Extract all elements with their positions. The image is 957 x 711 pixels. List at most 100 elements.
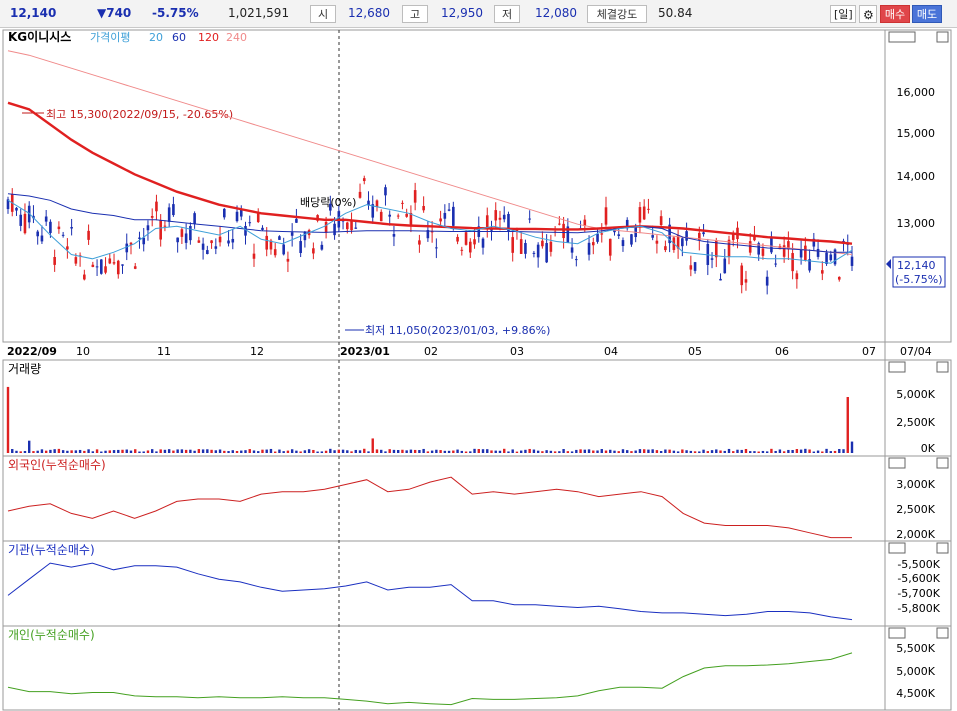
candle-body: [710, 258, 714, 260]
volume-bar: [184, 449, 188, 453]
candle-body: [218, 236, 222, 243]
candle-body: [744, 279, 748, 283]
candle-body: [189, 226, 192, 241]
candle-body: [829, 254, 833, 261]
candle-body: [286, 258, 290, 262]
foreign-tick-2500: 2,500K: [896, 503, 935, 516]
candle-body: [36, 231, 39, 237]
institution-tick-5600: -5,600K: [897, 572, 940, 585]
volume-bar: [316, 451, 319, 453]
candle-body: [248, 222, 252, 224]
candle-body: [608, 238, 612, 256]
volume-bar: [816, 450, 820, 453]
volume-bar: [507, 451, 510, 453]
candle-body: [49, 221, 52, 233]
foreign-close-icon[interactable]: [936, 457, 949, 469]
candle-body: [460, 249, 464, 251]
panel-size-icon[interactable]: [888, 31, 916, 43]
volume-bar: [723, 450, 726, 453]
volume-bar: [698, 451, 701, 453]
volume-bar: [112, 450, 116, 453]
candle-body: [638, 207, 642, 223]
candle-body: [91, 264, 95, 267]
sell-button[interactable]: 매도: [912, 5, 942, 23]
gear-icon[interactable]: ⚙: [859, 5, 877, 23]
candle-body: [591, 242, 595, 246]
volume-bar: [528, 448, 531, 453]
candle-body: [125, 243, 129, 253]
panel-close-icon[interactable]: [936, 31, 949, 43]
legend-ma120: 120: [198, 31, 219, 44]
volume-bar: [715, 449, 718, 453]
candle-body: [693, 262, 697, 271]
volume-bar: [341, 449, 345, 453]
high-value: 12,950: [441, 6, 483, 20]
candle-body: [837, 276, 841, 280]
volume-bar: [749, 451, 752, 453]
volume-bar: [409, 449, 413, 453]
volume-bar: [541, 451, 544, 453]
candle-body: [121, 264, 124, 266]
institution-tick-5700: -5,700K: [897, 587, 940, 600]
volume-bar: [74, 450, 78, 453]
price-panel: [2, 29, 952, 343]
stock-chart[interactable]: KG이니시스 가격이평 20 60 120 240 16,000 15,000 …: [0, 28, 957, 711]
volume-bar: [740, 449, 743, 453]
candle-body: [116, 260, 120, 275]
candle-body: [723, 258, 727, 274]
volume-bar: [307, 449, 311, 453]
date-tick-02: 02: [424, 345, 438, 358]
legend-ma240: 240: [226, 31, 247, 44]
volume-bar: [142, 451, 145, 453]
candle-body: [61, 234, 65, 236]
institution-size-icon[interactable]: [888, 542, 906, 554]
candle-body: [329, 203, 332, 211]
volume-bar: [838, 448, 841, 453]
volume-close-icon[interactable]: [936, 361, 949, 373]
volume-bar: [78, 449, 82, 453]
candle-body: [761, 248, 765, 256]
candle-body: [774, 263, 777, 265]
volume-bar: [545, 450, 548, 453]
candle-body: [719, 278, 722, 281]
candle-body: [685, 231, 688, 241]
volume-bar: [443, 450, 447, 453]
candle-body: [464, 232, 468, 245]
candle-body: [362, 178, 366, 182]
low-annotation: 최저 11,050(2023/01/03, +9.86%): [365, 324, 550, 337]
volume-bar: [95, 449, 99, 453]
candle-body: [333, 223, 336, 236]
date-tick-11: 11: [157, 345, 171, 358]
candle-body: [833, 249, 837, 265]
period-button[interactable]: [일]: [830, 5, 856, 23]
individual-close-icon[interactable]: [936, 627, 949, 639]
volume-bar: [176, 449, 179, 453]
candle-body: [765, 276, 769, 286]
foreign-size-icon[interactable]: [888, 457, 906, 469]
volume-tick-0: 0K: [921, 442, 936, 455]
buy-button[interactable]: 매수: [880, 5, 910, 23]
volume-bar: [782, 451, 786, 453]
volume-bar: [736, 449, 739, 453]
low-value: 12,080: [535, 6, 577, 20]
current-price: 12,140: [10, 6, 57, 20]
candle-body: [57, 226, 61, 230]
volume-bar: [61, 450, 65, 453]
volume-bar: [626, 450, 629, 453]
candle-body: [95, 266, 99, 268]
volume-bar: [104, 450, 107, 453]
volume-size-icon[interactable]: [888, 361, 906, 373]
individual-size-icon[interactable]: [888, 627, 906, 639]
volume-bar: [524, 449, 527, 453]
candle-body: [536, 244, 540, 258]
candle-body: [252, 253, 256, 259]
volume-bar: [83, 450, 86, 453]
institution-close-icon[interactable]: [936, 542, 949, 554]
volume-bar: [774, 450, 777, 453]
candle-body: [388, 214, 392, 217]
individual-panel: [2, 625, 952, 711]
candle-body: [422, 206, 425, 211]
volume-tick-2500: 2,500K: [896, 416, 935, 429]
candle-body: [172, 204, 175, 216]
volume-bar: [11, 449, 14, 453]
